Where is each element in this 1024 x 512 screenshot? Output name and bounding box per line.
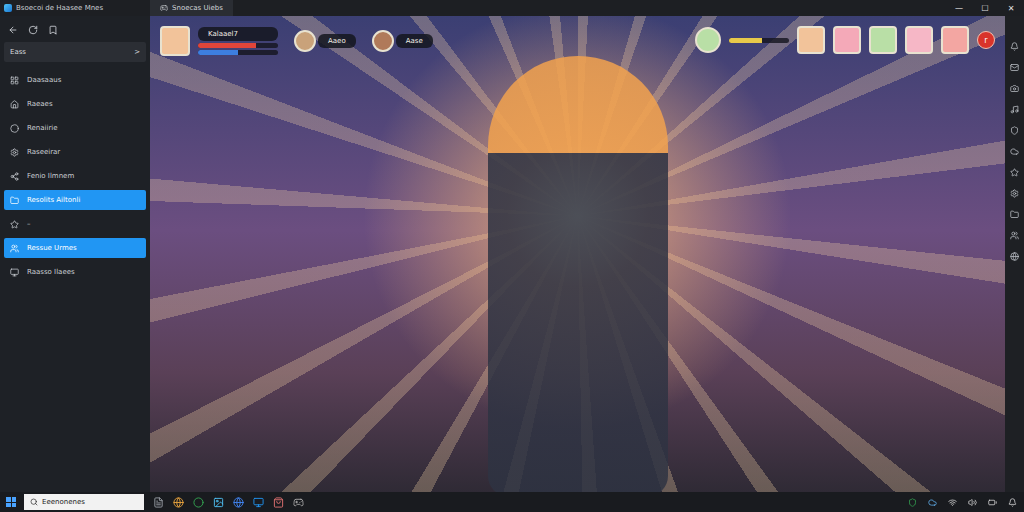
tray-icon[interactable] [986,496,998,508]
taskbar-app-icon[interactable] [172,496,184,508]
tab[interactable]: Snoecas Uiebs [150,0,233,16]
back-icon[interactable] [8,25,18,35]
sidebar-item[interactable]: Raasso Ilaees [4,262,146,282]
bookmark-icon[interactable] [48,25,58,35]
party-portrait[interactable] [941,26,969,54]
tool-icon[interactable] [1010,252,1019,261]
title-area: Bsoecoi de Haasee Mnes [0,4,150,12]
tray-icon[interactable] [966,496,978,508]
ally-name: Aaeo [318,34,356,48]
item-icon [10,268,19,277]
taskbar: Eeenonenes [0,492,1024,512]
sidebar-item[interactable]: Fenio Ilmnem [4,166,146,186]
item-icon [10,220,19,229]
player-portrait [160,26,190,56]
item-icon [10,148,19,157]
tool-icon[interactable] [1010,210,1019,219]
sidebar-item[interactable]: – [4,214,146,234]
app-logo-icon [4,4,12,12]
tray-icon[interactable] [906,496,918,508]
item-icon [10,124,19,133]
tool-icon[interactable] [1010,105,1019,114]
window-control[interactable]: ☐ [972,0,998,16]
ally-portrait [294,30,316,52]
start-icon[interactable] [6,497,16,507]
player-name: Kalaael7 [198,27,278,41]
health-bar [198,43,278,48]
taskbar-app-icon[interactable] [272,496,284,508]
window-control[interactable]: — [946,0,972,16]
party-portrait[interactable] [869,26,897,54]
party-hud: r [695,26,995,54]
refresh-icon[interactable] [28,25,38,35]
alert-badge[interactable]: r [977,31,995,49]
ally-name: Aase [396,34,433,48]
sidebar-item[interactable]: Resolits Ailtonli [4,190,146,210]
game-view[interactable]: Kalaael7 Aaeo Aase r [150,16,1005,492]
taskbar-app-icon[interactable] [292,496,304,508]
ally-portrait [372,30,394,52]
sidebar-item[interactable]: Raeaes [4,94,146,114]
sidebar: Eass> Daasaaus Raeaes Renaiirie Raseeirar Fen… [0,16,150,492]
window-title: Bsoecoi de Haasee Mnes [16,4,103,12]
sidebar-item[interactable]: Daasaaus [4,70,146,90]
taskbar-app-icon[interactable] [152,496,164,508]
tray-icon[interactable] [946,496,958,508]
item-icon [10,244,19,253]
taskbar-search[interactable]: Eeenonenes [24,494,144,510]
tool-icon[interactable] [1010,84,1019,93]
sidebar-item[interactable]: Renaiirie [4,118,146,138]
player-hud: Kalaael7 Aaeo Aase [160,26,433,56]
taskbar-app-icon[interactable] [192,496,204,508]
game-icon [160,4,168,12]
tool-icon[interactable] [1010,147,1019,156]
enemy-portrait [695,27,721,53]
sidebar-item[interactable]: Ressue Urmes [4,238,146,258]
item-icon [10,172,19,181]
right-toolbar [1005,16,1024,492]
item-icon [10,100,19,109]
party-portrait[interactable] [833,26,861,54]
tool-icon[interactable] [1010,189,1019,198]
taskbar-app-icon[interactable] [212,496,224,508]
item-icon [10,76,19,85]
hero-figure [488,56,668,492]
search-icon [30,498,38,506]
mana-bar [198,50,278,55]
tool-icon[interactable] [1010,168,1019,177]
sidebar-item[interactable]: Raseeirar [4,142,146,162]
title-bar: Bsoecoi de Haasee Mnes Snoecas Uiebs —☐✕ [0,0,1024,16]
sidebar-search[interactable]: Eass> [4,42,146,62]
tool-icon[interactable] [1010,42,1019,51]
taskbar-app-icon[interactable] [252,496,264,508]
tool-icon[interactable] [1010,63,1019,72]
screen: Bsoecoi de Haasee Mnes Snoecas Uiebs —☐✕ Ea… [0,0,1024,512]
party-portrait[interactable] [905,26,933,54]
nav-row [4,22,146,38]
item-icon [10,196,19,205]
window-control[interactable]: ✕ [998,0,1024,16]
tray-icon[interactable] [926,496,938,508]
enemy-bar [729,38,789,43]
party-portrait[interactable] [797,26,825,54]
tray-icon[interactable] [1006,496,1018,508]
taskbar-app-icon[interactable] [232,496,244,508]
tool-icon[interactable] [1010,126,1019,135]
tool-icon[interactable] [1010,231,1019,240]
